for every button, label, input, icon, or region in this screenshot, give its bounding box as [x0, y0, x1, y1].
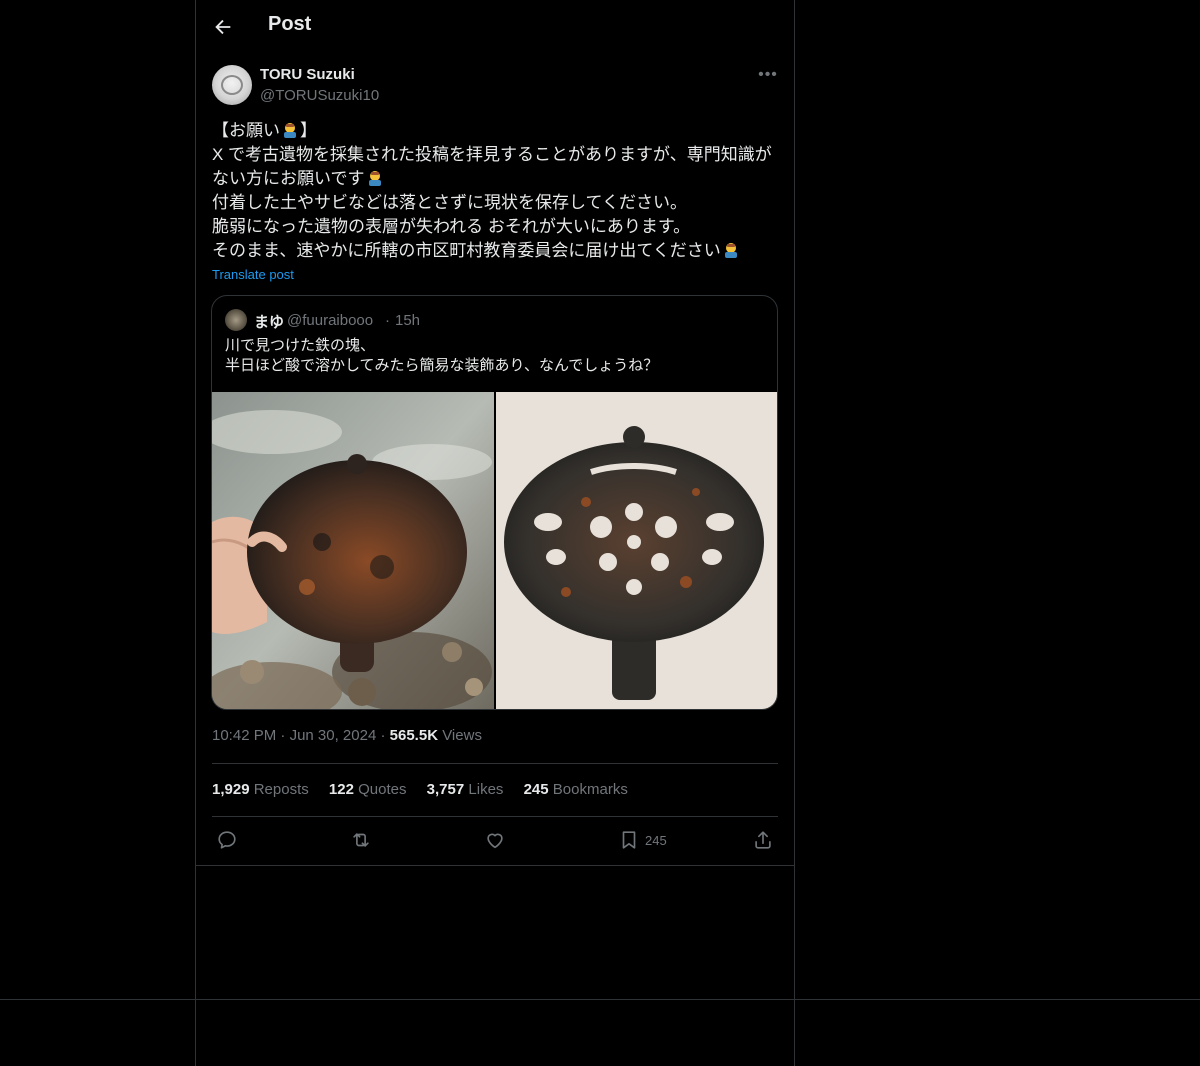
post-line: そのまま、速やかに所轄の市区町村教育委員会に届け出てください	[212, 241, 721, 260]
quotes-label: Quotes	[358, 781, 407, 798]
like-icon	[487, 833, 503, 849]
back-button[interactable]	[212, 16, 234, 38]
likes-stat[interactable]: 3,757 Likes	[427, 781, 504, 798]
divider	[212, 816, 778, 817]
quotes-count: 122	[328, 781, 354, 798]
author-avatar[interactable]	[212, 65, 252, 105]
person-bowing-emoji-icon	[368, 171, 381, 186]
quoted-post[interactable]: まゆ @fuuraibooo · 15h 川で見つけた鉄の塊、 半日ほど酸で溶か…	[211, 295, 778, 710]
post-meta: 10:42 PM · Jun 30, 2024 · 565.5K Views	[212, 727, 482, 744]
quote-author-handle[interactable]: @fuuraibooo	[287, 312, 373, 329]
views-label: Views	[442, 727, 482, 744]
reposts-label: Reposts	[253, 781, 309, 798]
top-bar: Post	[196, 0, 794, 53]
quote-photo-2[interactable]	[496, 392, 777, 709]
quote-photo-1[interactable]	[212, 392, 494, 709]
share-button[interactable]	[752, 829, 774, 853]
quote-line: 川で見つけた鉄の塊、	[225, 337, 376, 354]
bookmark-icon	[622, 831, 636, 849]
engagement-stats: 1,929 Reposts 122 Quotes 3,757 Likes 245…	[212, 781, 644, 798]
post-line: 脆弱になった遺物の表層が失われる おそれが大いにあります。	[212, 217, 691, 236]
post-line: 付着した土やサビなどは落とさずに現状を保存してください。	[212, 193, 687, 212]
repost-button[interactable]	[350, 829, 372, 853]
bookmarks-label: Bookmarks	[552, 781, 628, 798]
likes-count: 3,757	[426, 781, 465, 798]
quote-author-name[interactable]: まゆ	[254, 311, 284, 332]
reply-icon	[218, 831, 236, 849]
quote-line: 半日ほど酸で溶かしてみたら簡易な装飾あり、なんでしょうね？	[225, 357, 659, 374]
post-date[interactable]: Jun 30, 2024	[290, 727, 377, 744]
views-count: 565.5K	[389, 727, 439, 744]
iron-object-in-hand-image	[212, 392, 494, 709]
quote-text: 川で見つけた鉄の塊、 半日ほど酸で溶かしてみたら簡易な装飾あり、なんでしょうね？	[225, 336, 658, 376]
separator-dot: ·	[280, 727, 286, 744]
separator-dot: ·	[380, 727, 386, 744]
like-button[interactable]	[484, 829, 506, 853]
share-icon	[755, 831, 771, 849]
page-title: Post	[268, 13, 312, 35]
translate-post-link[interactable]: Translate post	[212, 267, 294, 282]
bookmarks-stat[interactable]: 245 Bookmarks	[524, 781, 628, 798]
post-time[interactable]: 10:42 PM	[212, 727, 276, 744]
bookmark-button[interactable]: 245	[618, 829, 667, 853]
post-column: Post TORU Suzuki @TORUSuzuki10 ••• 【お願い 】…	[196, 0, 794, 866]
author-display-name[interactable]: TORU Suzuki	[260, 66, 355, 83]
quotes-stat[interactable]: 122 Quotes	[329, 781, 407, 798]
reposts-stat[interactable]: 1,929 Reposts	[212, 781, 309, 798]
more-button[interactable]: •••	[756, 66, 780, 84]
post-line: ない方にお願いです	[212, 169, 365, 188]
right-column-border	[794, 0, 795, 1066]
post-line: 【お願い	[212, 121, 280, 140]
post-line: X で考古遺物を採集された投稿を拝見することがありますが、専門知識が	[212, 145, 772, 164]
more-icon: •••	[758, 66, 778, 83]
likes-label: Likes	[468, 781, 504, 798]
cleaned-iron-ornament-image	[496, 392, 777, 709]
post-line: 】	[300, 121, 317, 140]
divider	[212, 763, 778, 764]
repost-icon	[353, 833, 369, 847]
person-bowing-emoji-icon	[724, 243, 737, 258]
quote-timestamp[interactable]: 15h	[395, 312, 420, 329]
bookmark-count: 245	[645, 833, 667, 848]
post-text: 【お願い 】 X で考古遺物を採集された投稿を拝見することがありますが、専門知識が…	[212, 119, 778, 263]
quote-author-avatar[interactable]	[225, 309, 247, 331]
reply-button[interactable]	[216, 829, 238, 853]
back-arrow-icon	[215, 19, 231, 35]
author-handle[interactable]: @TORUSuzuki10	[260, 87, 379, 104]
person-bowing-emoji-icon	[284, 123, 296, 138]
reposts-count: 1,929	[212, 781, 250, 798]
bottom-divider	[0, 999, 1200, 1000]
bookmarks-count: 245	[523, 781, 549, 798]
separator-dot: ·	[385, 312, 390, 329]
